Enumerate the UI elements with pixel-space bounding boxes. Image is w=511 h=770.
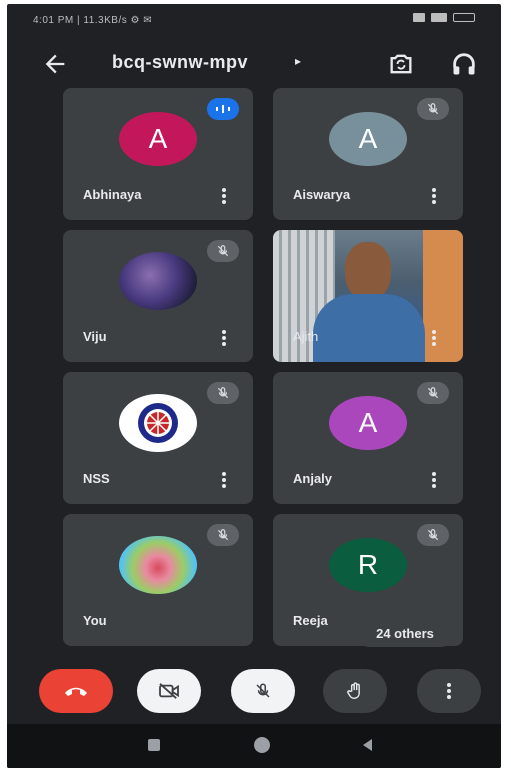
- meeting-details-caret-icon[interactable]: ▸: [295, 54, 301, 68]
- camera-toggle-button[interactable]: [137, 669, 201, 713]
- participant-name: NSS: [83, 471, 110, 486]
- participant-tile-nss[interactable]: NSS: [63, 372, 253, 504]
- avatar: R: [329, 538, 407, 592]
- meeting-code[interactable]: bcq-swnw-mpv: [112, 52, 248, 73]
- camera-off-icon: [159, 683, 179, 699]
- participant-tile-anjaly[interactable]: A Anjaly: [273, 372, 463, 504]
- participant-name: Ajith: [293, 329, 319, 344]
- home-icon[interactable]: [254, 737, 270, 753]
- mic-off-icon: [417, 98, 449, 120]
- more-vert-icon[interactable]: [221, 328, 227, 348]
- more-vert-icon[interactable]: [431, 328, 437, 348]
- battery-icon: [453, 13, 475, 22]
- end-call-button[interactable]: [39, 669, 113, 713]
- participant-tile-abhinaya[interactable]: A Abhinaya: [63, 88, 253, 220]
- more-vert-icon[interactable]: [221, 470, 227, 490]
- call-controls: [7, 664, 501, 724]
- participant-tile-viju[interactable]: Viju: [63, 230, 253, 362]
- speaking-indicator-icon: [207, 98, 239, 120]
- mic-off-icon: [207, 524, 239, 546]
- more-vert-icon[interactable]: [431, 470, 437, 490]
- participant-name: Viju: [83, 329, 107, 344]
- avatar: A: [329, 396, 407, 450]
- participant-name: Abhinaya: [83, 187, 142, 202]
- end-call-icon: [65, 687, 87, 696]
- nss-logo: [119, 394, 197, 452]
- more-options-button[interactable]: [417, 669, 481, 713]
- recents-icon[interactable]: [148, 739, 160, 751]
- mic-off-icon: [256, 683, 270, 698]
- avatar-photo: [119, 536, 197, 594]
- participant-tile-ajith[interactable]: Ajith: [273, 230, 463, 362]
- status-text: 4:01 PM | 11.3KB/s ⚙ ✉: [33, 15, 153, 26]
- mic-off-icon: [207, 382, 239, 404]
- alarm-icon: [413, 13, 425, 22]
- mic-toggle-button[interactable]: [231, 669, 295, 713]
- back-arrow-icon[interactable]: [41, 50, 69, 78]
- participant-name: You: [83, 613, 107, 628]
- participant-tile-you[interactable]: You: [63, 514, 253, 646]
- raise-hand-icon: [347, 682, 360, 699]
- meeting-header: bcq-swnw-mpv ▸: [7, 38, 501, 90]
- avatar: A: [329, 112, 407, 166]
- switch-camera-icon[interactable]: [387, 50, 415, 78]
- back-icon[interactable]: [361, 738, 373, 752]
- status-bar: 4:01 PM | 11.3KB/s ⚙ ✉: [7, 4, 501, 38]
- avatar-photo: [119, 252, 197, 310]
- more-vert-icon[interactable]: [221, 186, 227, 206]
- more-vert-icon[interactable]: [431, 186, 437, 206]
- avatar: A: [119, 112, 197, 166]
- participant-tile-aiswarya[interactable]: A Aiswarya: [273, 88, 463, 220]
- raise-hand-button[interactable]: [323, 669, 387, 713]
- headphones-icon[interactable]: [450, 50, 478, 78]
- mic-off-icon: [207, 240, 239, 262]
- phone-screen: 4:01 PM | 11.3KB/s ⚙ ✉ bcq-swnw-mpv ▸ A …: [7, 4, 501, 768]
- participant-name: Anjaly: [293, 471, 333, 486]
- others-count-badge[interactable]: 24 others: [355, 619, 455, 647]
- mic-off-icon: [417, 524, 449, 546]
- status-icons: [413, 13, 475, 22]
- system-nav-bar: [7, 724, 501, 768]
- participant-name: Aiswarya: [293, 187, 351, 202]
- participant-name: Reeja: [293, 613, 328, 628]
- signal-icon: [431, 13, 447, 22]
- mic-off-icon: [417, 382, 449, 404]
- more-options-icon: [447, 681, 451, 701]
